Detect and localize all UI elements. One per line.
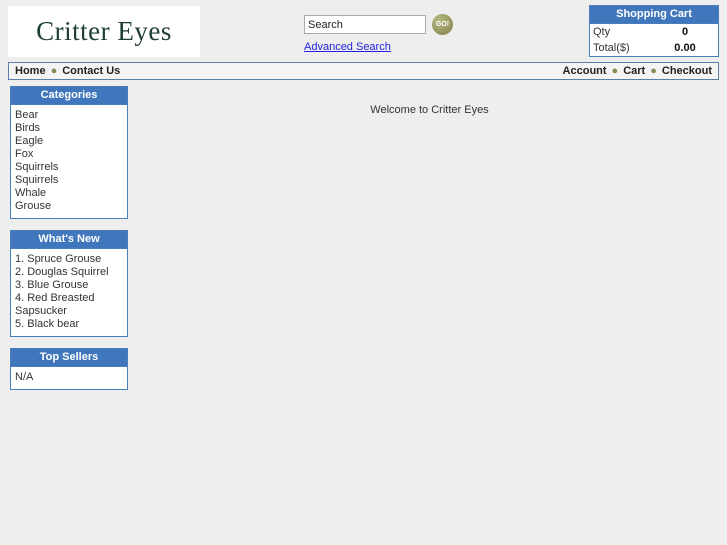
sidebar-item-birds[interactable]: Birds xyxy=(15,122,123,135)
sidebar: Categories Bear Birds Eagle Fox Squirrel… xyxy=(10,86,128,401)
whats-new-item-4[interactable]: 4. Red Breasted Sapsucker xyxy=(15,292,123,318)
whats-new-item-5[interactable]: 5. Black bear xyxy=(15,318,123,331)
sidebar-item-fox[interactable]: Fox xyxy=(15,148,123,161)
panel-categories-body: Bear Birds Eagle Fox Squirrels Squirrels… xyxy=(11,105,127,218)
panel-top-sellers-title: Top Sellers xyxy=(11,349,127,367)
content-wrapper: Categories Bear Birds Eagle Fox Squirrel… xyxy=(0,86,727,545)
cart-qty-value: 0 xyxy=(681,26,689,38)
page-header: Critter Eyes GO! Advanced Search Shoppin… xyxy=(0,0,727,62)
bullet-separator-icon: ● xyxy=(611,64,619,77)
search-area: GO! Advanced Search xyxy=(304,14,464,53)
site-logo-text: Critter Eyes xyxy=(36,16,172,46)
whats-new-item-3[interactable]: 3. Blue Grouse xyxy=(15,279,123,292)
search-go-button[interactable]: GO! xyxy=(432,14,453,35)
top-sellers-empty-value: N/A xyxy=(15,371,34,383)
nav-right-group: Account ● Cart ● Checkout xyxy=(563,65,712,77)
sidebar-item-whale[interactable]: Whale xyxy=(15,187,123,200)
cart-row-total: Total($) 0.00 xyxy=(590,40,718,56)
sidebar-item-squirrels-1[interactable]: Squirrels xyxy=(15,161,123,174)
nav-item-checkout[interactable]: Checkout xyxy=(662,65,712,77)
panel-top-sellers-body: N/A xyxy=(11,367,127,389)
nav-item-cart[interactable]: Cart xyxy=(623,65,645,77)
cart-qty-label: Qty xyxy=(593,26,611,38)
sidebar-item-bear[interactable]: Bear xyxy=(15,109,123,122)
bullet-separator-icon: ● xyxy=(650,64,657,77)
nav-item-contact-us[interactable]: Contact Us xyxy=(62,65,120,77)
whats-new-item-2[interactable]: 2. Douglas Squirrel xyxy=(15,266,123,279)
welcome-message: Welcome to Critter Eyes xyxy=(370,104,489,116)
cart-total-label: Total($) xyxy=(593,42,630,54)
sidebar-item-grouse[interactable]: Grouse xyxy=(15,200,123,213)
panel-categories: Categories Bear Birds Eagle Fox Squirrel… xyxy=(10,86,128,219)
panel-top-sellers: Top Sellers N/A xyxy=(10,348,128,390)
shopping-cart-box: Shopping Cart Qty 0 Total($) 0.00 xyxy=(589,5,719,57)
sidebar-item-squirrels-2[interactable]: Squirrels xyxy=(15,174,123,187)
cart-row-qty: Qty 0 xyxy=(590,24,718,40)
whats-new-item-1[interactable]: 1. Spruce Grouse xyxy=(15,253,123,266)
cart-total-value: 0.00 xyxy=(674,42,696,54)
search-input[interactable] xyxy=(304,15,426,34)
nav-left-group: Home ● Contact Us xyxy=(15,65,120,77)
main-navigation: Home ● Contact Us Account ● Cart ● Check… xyxy=(8,62,719,80)
site-logo[interactable]: Critter Eyes xyxy=(8,6,200,57)
nav-item-home[interactable]: Home xyxy=(15,65,46,77)
nav-item-account[interactable]: Account xyxy=(563,65,607,77)
panel-categories-title: Categories xyxy=(11,87,127,105)
panel-whats-new-body: 1. Spruce Grouse 2. Douglas Squirrel 3. … xyxy=(11,249,127,336)
shopping-cart-title: Shopping Cart xyxy=(590,6,718,24)
panel-whats-new: What's New 1. Spruce Grouse 2. Douglas S… xyxy=(10,230,128,337)
advanced-search-link[interactable]: Advanced Search xyxy=(304,41,391,53)
main-content: Welcome to Critter Eyes xyxy=(140,86,719,116)
panel-whats-new-title: What's New xyxy=(11,231,127,249)
bullet-separator-icon: ● xyxy=(50,64,58,77)
sidebar-item-eagle[interactable]: Eagle xyxy=(15,135,123,148)
